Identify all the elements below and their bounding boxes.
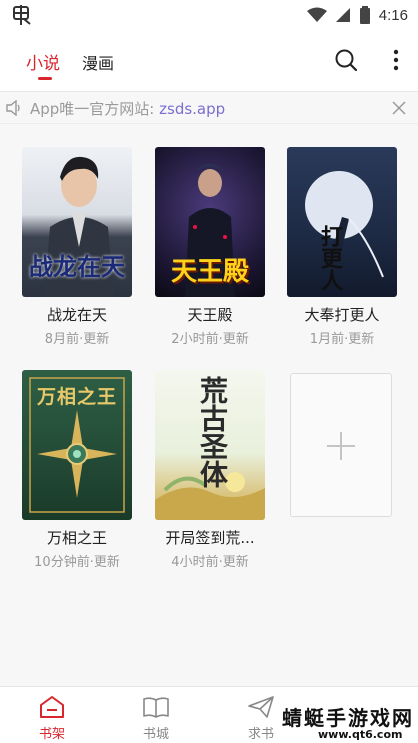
nav-item-bookstore[interactable]: 书城 (121, 687, 191, 743)
book-title: 战龙在天 (46, 306, 107, 324)
book-cover[interactable]: 荒古圣体 (155, 370, 265, 520)
tab-comic[interactable]: 漫画 (82, 50, 114, 74)
paper-plane-icon (248, 696, 274, 718)
official-site-link[interactable]: zsds.app (159, 100, 225, 118)
book-update-time: 4小时前·更新 (171, 555, 249, 570)
nav-item-bookshelf[interactable]: 书架 (17, 687, 87, 743)
book-cover[interactable]: 打更人 (287, 147, 397, 297)
book-title: 天王殿 (187, 306, 233, 324)
tab-novel[interactable]: 小说 (26, 49, 60, 74)
book-title: 万相之王 (46, 529, 107, 547)
bookshelf-icon (40, 696, 64, 718)
more-vertical-icon[interactable] (386, 48, 406, 72)
nav-label: 书架 (38, 727, 65, 742)
wifi-icon (306, 7, 327, 22)
book-title: 开局签到荒... (165, 529, 255, 547)
top-bar: 小说 漫画 (0, 30, 418, 92)
plus-icon (327, 432, 355, 460)
search-icon[interactable] (334, 48, 358, 72)
speaker-icon (6, 100, 20, 116)
cover-title: 天王殿 (170, 257, 249, 287)
status-bar: 4:16 (0, 0, 418, 30)
book-update-time: 10分钟前·更新 (34, 555, 120, 570)
book-open-icon (143, 697, 169, 718)
cover-title: 打更人 (317, 225, 342, 291)
announcement-bar: App唯一官方网站: zsds.app (0, 92, 418, 124)
nav-label: 书城 (142, 727, 169, 742)
cover-art (305, 171, 384, 278)
book-cover[interactable]: 战龙在天 (22, 147, 132, 297)
cover-title: 荒古圣体 (196, 376, 229, 488)
book-update-time: 1月前·更新 (309, 332, 375, 347)
battery-icon (359, 6, 370, 24)
announcement-text: App唯一官方网站: zsds.app (30, 98, 225, 119)
active-tab-indicator (38, 77, 52, 80)
bug-icon (13, 5, 31, 25)
cover-title: 战龙在天 (29, 253, 125, 281)
cover-title: 万相之王 (36, 386, 117, 408)
screen: 4:16 小说 漫画 App唯一官方网站: zsds.app 战龙在天 战龙在天… (0, 0, 418, 743)
close-icon[interactable] (392, 101, 406, 115)
watermark-url: www.qt6.com (318, 728, 403, 741)
book-update-time: 2小时前·更新 (171, 332, 249, 347)
book-update-time: 8月前·更新 (44, 332, 110, 347)
book-cover[interactable]: 天王殿 (155, 147, 265, 297)
cellular-signal-icon (335, 8, 350, 22)
announcement-prefix: App唯一官方网站: (30, 100, 160, 118)
add-book-tile[interactable] (290, 373, 392, 517)
book-cover[interactable]: 万相之王 (22, 370, 132, 520)
watermark: 蜻蜓手游戏网 www.qt6.com (276, 700, 416, 743)
book-title: 大奉打更人 (304, 306, 380, 324)
watermark-title: 蜻蜓手游戏网 (282, 706, 414, 730)
clock: 4:16 (378, 6, 408, 24)
